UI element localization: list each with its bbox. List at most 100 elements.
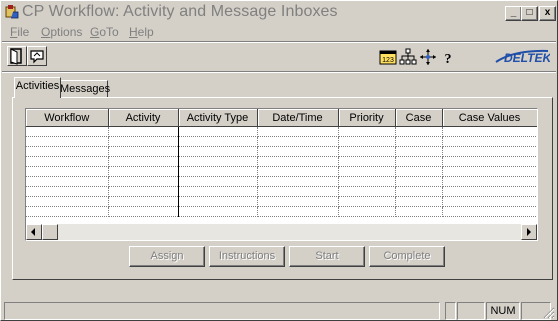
table-cell[interactable]: [178, 156, 258, 167]
navigate-button[interactable]: [419, 48, 437, 66]
help-button[interactable]: ?: [439, 48, 457, 67]
table-cell[interactable]: [338, 146, 396, 157]
table-cell[interactable]: [257, 166, 339, 177]
table-cell[interactable]: [178, 176, 258, 187]
table-cell[interactable]: [338, 166, 396, 177]
activities-grid[interactable]: Workflow Activity Activity Type Date/Tim…: [25, 108, 538, 241]
column-header-case-values[interactable]: Case Values: [442, 109, 537, 127]
table-cell[interactable]: [442, 176, 537, 187]
table-row[interactable]: [26, 206, 537, 217]
table-cell[interactable]: [178, 136, 258, 147]
table-cell[interactable]: [442, 156, 537, 167]
table-cell[interactable]: [108, 186, 179, 197]
table-cell[interactable]: [395, 146, 443, 157]
table-cell[interactable]: [108, 156, 179, 167]
table-cell[interactable]: [257, 186, 339, 197]
tab-activities[interactable]: Activities: [14, 77, 61, 98]
table-cell[interactable]: [338, 196, 396, 207]
table-cell[interactable]: [26, 206, 109, 217]
table-row[interactable]: [26, 126, 537, 137]
table-cell[interactable]: [178, 146, 258, 157]
table-cell[interactable]: [338, 136, 396, 147]
column-header-activity-type[interactable]: Activity Type: [178, 109, 258, 127]
table-cell[interactable]: [178, 196, 258, 207]
minimize-button[interactable]: _: [505, 6, 522, 21]
scroll-thumb[interactable]: [42, 224, 58, 240]
table-cell[interactable]: [178, 166, 258, 177]
table-cell[interactable]: [257, 176, 339, 187]
table-cell[interactable]: [108, 136, 179, 147]
table-cell[interactable]: [395, 196, 443, 207]
exit-button[interactable]: [7, 46, 27, 66]
table-row[interactable]: [26, 136, 537, 147]
table-cell[interactable]: [257, 206, 339, 217]
table-row[interactable]: [26, 176, 537, 187]
table-cell[interactable]: [26, 166, 109, 177]
scroll-right-button[interactable]: [521, 224, 537, 240]
table-cell[interactable]: [178, 206, 258, 217]
table-cell[interactable]: [178, 186, 258, 197]
table-cell[interactable]: [395, 156, 443, 167]
table-cell[interactable]: [442, 186, 537, 197]
table-row[interactable]: [26, 186, 537, 197]
table-cell[interactable]: [26, 146, 109, 157]
table-cell[interactable]: [26, 176, 109, 187]
table-cell[interactable]: [395, 186, 443, 197]
table-cell[interactable]: [442, 146, 537, 157]
column-header-date-time[interactable]: Date/Time: [257, 109, 339, 127]
instructions-button[interactable]: Instructions: [209, 246, 285, 267]
table-cell[interactable]: [26, 126, 109, 137]
title-bar[interactable]: CP Workflow: Activity and Message Inboxe…: [2, 2, 556, 22]
table-cell[interactable]: [442, 166, 537, 177]
table-cell[interactable]: [108, 146, 179, 157]
table-cell[interactable]: [338, 206, 396, 217]
table-cell[interactable]: [26, 156, 109, 167]
table-cell[interactable]: [108, 196, 179, 207]
complete-button[interactable]: Complete: [369, 246, 445, 267]
column-header-activity[interactable]: Activity: [108, 109, 179, 127]
column-header-priority[interactable]: Priority: [338, 109, 396, 127]
table-cell[interactable]: [108, 176, 179, 187]
calendar-button[interactable]: 123: [379, 48, 397, 66]
table-cell[interactable]: [395, 176, 443, 187]
table-cell[interactable]: [338, 176, 396, 187]
table-cell[interactable]: [442, 196, 537, 207]
table-cell[interactable]: [395, 166, 443, 177]
menu-help[interactable]: Help: [129, 25, 154, 39]
menu-options[interactable]: Options: [41, 25, 82, 39]
workflow-button[interactable]: [399, 48, 417, 66]
resize-grip-icon[interactable]: [543, 307, 555, 319]
table-cell[interactable]: [26, 196, 109, 207]
table-row[interactable]: [26, 146, 537, 157]
close-button[interactable]: x: [539, 6, 556, 21]
maximize-button[interactable]: □: [521, 6, 538, 21]
table-cell[interactable]: [442, 206, 537, 217]
table-cell[interactable]: [257, 136, 339, 147]
table-cell[interactable]: [338, 156, 396, 167]
table-cell[interactable]: [257, 146, 339, 157]
start-button[interactable]: Start: [289, 246, 365, 267]
table-cell[interactable]: [395, 136, 443, 147]
tab-messages[interactable]: Messages: [59, 80, 110, 98]
table-cell[interactable]: [108, 126, 179, 137]
scroll-left-button[interactable]: [26, 224, 42, 240]
table-cell[interactable]: [338, 186, 396, 197]
table-cell[interactable]: [108, 206, 179, 217]
table-cell[interactable]: [395, 126, 443, 137]
menu-goto[interactable]: GoTo: [90, 25, 119, 39]
table-row[interactable]: [26, 156, 537, 167]
assign-button[interactable]: Assign: [129, 246, 205, 267]
table-cell[interactable]: [257, 126, 339, 137]
table-cell[interactable]: [178, 126, 258, 137]
reply-button[interactable]: [27, 46, 47, 66]
table-cell[interactable]: [257, 196, 339, 207]
table-cell[interactable]: [442, 126, 537, 137]
table-cell[interactable]: [26, 186, 109, 197]
column-header-workflow[interactable]: Workflow: [26, 109, 109, 127]
table-cell[interactable]: [257, 156, 339, 167]
table-cell[interactable]: [395, 206, 443, 217]
table-cell[interactable]: [442, 136, 537, 147]
table-cell[interactable]: [338, 126, 396, 137]
horizontal-scrollbar[interactable]: [26, 224, 537, 240]
column-header-case[interactable]: Case: [395, 109, 443, 127]
